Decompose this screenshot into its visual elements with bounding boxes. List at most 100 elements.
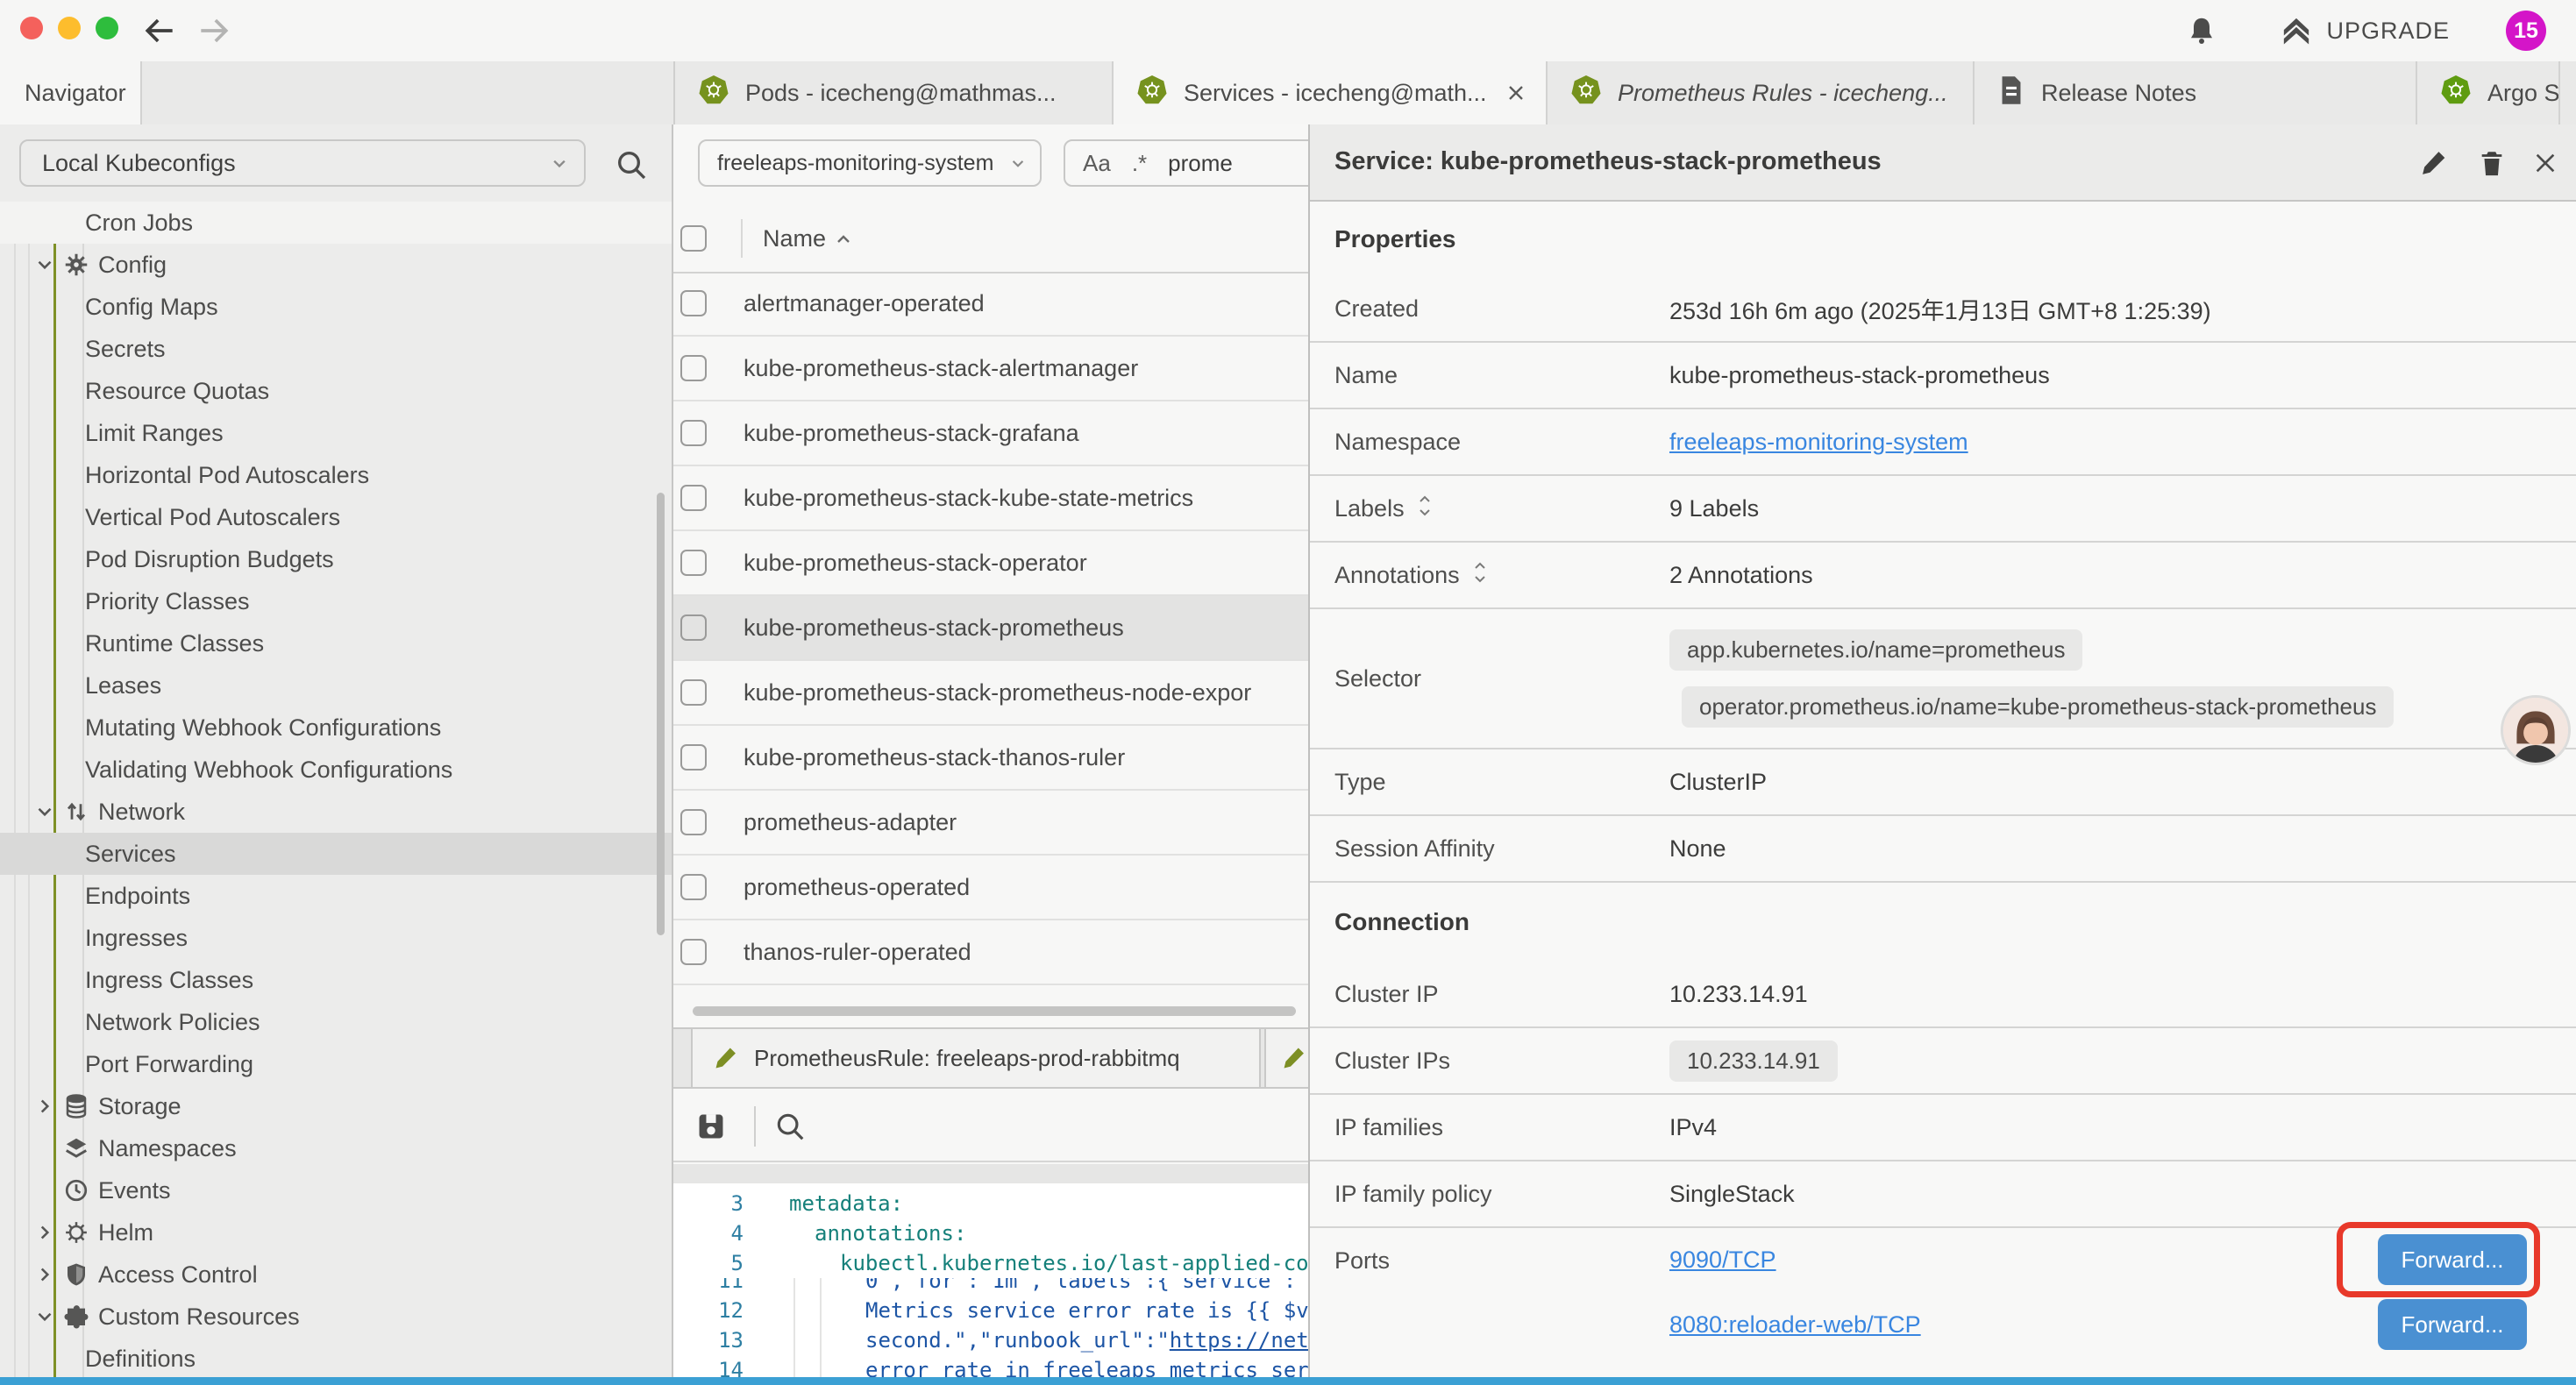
sidebar-item-limit-ranges[interactable]: Limit Ranges	[0, 412, 672, 454]
table-row[interactable]: prometheus-adapter	[673, 791, 1308, 856]
sidebar-item-services[interactable]: Services	[0, 833, 672, 875]
upgrade-icon[interactable]	[2279, 13, 2314, 48]
window-tab-label: Release Notes	[2041, 80, 2196, 107]
editor-tab-partial[interactable]	[1264, 1029, 1308, 1087]
table-row[interactable]: alertmanager-operated	[673, 272, 1308, 337]
save-icon[interactable]	[694, 1110, 728, 1143]
sort-toggle-icon[interactable]	[1470, 560, 1490, 591]
close-window-button[interactable]	[20, 17, 43, 39]
row-checkbox[interactable]	[680, 939, 707, 965]
sidebar-item-ingress-classes[interactable]: Ingress Classes	[0, 959, 672, 1001]
chevron-right-icon[interactable]	[33, 1095, 56, 1118]
table-row[interactable]: kube-prometheus-stack-kube-state-metrics	[673, 466, 1308, 531]
sidebar-item-endpoints[interactable]: Endpoints	[0, 875, 672, 917]
table-row[interactable]: kube-prometheus-stack-alertmanager	[673, 337, 1308, 401]
close-icon[interactable]	[1504, 81, 1528, 105]
sidebar-item-leases[interactable]: Leases	[0, 664, 672, 707]
chevron-down-icon[interactable]	[33, 800, 56, 823]
table-row[interactable]: prometheus-operated	[673, 856, 1308, 920]
sidebar-item-vertical-pod-autoscalers[interactable]: Vertical Pod Autoscalers	[0, 496, 672, 538]
clock-icon	[63, 1177, 89, 1204]
table-row[interactable]: kube-prometheus-stack-prometheus-node-ex…	[673, 661, 1308, 726]
sidebar-item-definitions[interactable]: Definitions	[0, 1338, 672, 1378]
sidebar-item-access-control[interactable]: Access Control	[0, 1254, 672, 1296]
sort-toggle-icon[interactable]	[1415, 494, 1434, 524]
sidebar-item-secrets[interactable]: Secrets	[0, 328, 672, 370]
forward-icon[interactable]	[195, 11, 233, 50]
row-checkbox[interactable]	[680, 420, 707, 446]
sidebar-item-namespaces[interactable]: Namespaces	[0, 1127, 672, 1169]
row-checkbox[interactable]	[680, 614, 707, 641]
user-avatar[interactable]	[2501, 695, 2571, 765]
window-tab-prometheus-rules-icecheng[interactable]: Prometheus Rules - icecheng...	[1548, 61, 1975, 124]
window-tab-release-notes[interactable]: Release Notes	[1975, 61, 2417, 124]
window-tab-services-icecheng-math[interactable]: Services - icecheng@math...	[1114, 61, 1548, 124]
regex-toggle[interactable]: .*	[1132, 150, 1147, 177]
sidebar-item-runtime-classes[interactable]: Runtime Classes	[0, 622, 672, 664]
sidebar-item-pod-disruption-budgets[interactable]: Pod Disruption Budgets	[0, 538, 672, 580]
chevron-right-icon[interactable]	[33, 1263, 56, 1286]
sidebar-item-custom-resources[interactable]: Custom Resources	[0, 1296, 672, 1338]
editor-tab-prometheusrule[interactable]: PrometheusRule: freeleaps-prod-rabbitmq	[691, 1029, 1261, 1087]
row-checkbox[interactable]	[680, 485, 707, 511]
back-icon[interactable]	[140, 11, 179, 50]
sidebar-item-validating-webhook-configurations[interactable]: Validating Webhook Configurations	[0, 749, 672, 791]
sidebar-item-resource-quotas[interactable]: Resource Quotas	[0, 370, 672, 412]
sidebar-item-priority-classes[interactable]: Priority Classes	[0, 580, 672, 622]
trash-icon[interactable]	[2474, 146, 2509, 181]
row-checkbox[interactable]	[680, 355, 707, 381]
port-link[interactable]: 9090/TCP	[1669, 1246, 1776, 1274]
sidebar-item-mutating-webhook-configurations[interactable]: Mutating Webhook Configurations	[0, 707, 672, 749]
row-checkbox[interactable]	[680, 809, 707, 835]
upgrade-button[interactable]: UPGRADE	[2326, 18, 2450, 45]
sidebar-item-cron-jobs[interactable]: Cron Jobs	[0, 202, 672, 244]
navigator-panel-tab[interactable]: Navigator	[0, 61, 142, 124]
match-case-toggle[interactable]: Aa	[1083, 150, 1111, 177]
bell-icon[interactable]	[2186, 14, 2217, 47]
chevron-right-icon[interactable]	[33, 1221, 56, 1244]
row-checkbox[interactable]	[680, 290, 707, 316]
yaml-editor[interactable]: 3metadata:4annotations:5kubectl.kubernet…	[673, 1183, 1308, 1378]
horizontal-scrollbar[interactable]	[693, 1006, 1296, 1016]
forward-button[interactable]: Forward...	[2378, 1299, 2527, 1350]
minimize-window-button[interactable]	[58, 17, 81, 39]
table-row[interactable]: kube-prometheus-stack-prometheus	[673, 596, 1308, 661]
sidebar-item-helm[interactable]: Helm	[0, 1211, 672, 1254]
window-tab-argo-se[interactable]: Argo Se	[2417, 61, 2560, 124]
table-row[interactable]: thanos-ruler-operated	[673, 920, 1308, 985]
kubeconfig-select[interactable]: Local Kubeconfigs	[19, 139, 586, 187]
chevron-down-icon[interactable]	[33, 1305, 56, 1328]
runbook-link[interactable]: https://net	[1170, 1328, 1308, 1353]
namespace-link[interactable]: freeleaps-monitoring-system	[1669, 429, 1968, 456]
select-all-checkbox[interactable]	[680, 225, 707, 252]
sidebar-item-network-policies[interactable]: Network Policies	[0, 1001, 672, 1043]
port-link[interactable]: 8080:reloader-web/TCP	[1669, 1311, 1921, 1339]
sidebar-item-config-maps[interactable]: Config Maps	[0, 286, 672, 328]
sidebar-item-ingresses[interactable]: Ingresses	[0, 917, 672, 959]
search-icon[interactable]	[614, 147, 649, 182]
close-icon[interactable]	[2528, 146, 2563, 181]
sidebar-item-port-forwarding[interactable]: Port Forwarding	[0, 1043, 672, 1085]
row-checkbox[interactable]	[680, 744, 707, 771]
table-row[interactable]: kube-prometheus-stack-grafana	[673, 401, 1308, 466]
row-checkbox[interactable]	[680, 874, 707, 900]
search-icon[interactable]	[773, 1110, 807, 1143]
namespace-select[interactable]: freeleaps-monitoring-system	[698, 139, 1042, 187]
chevron-down-icon[interactable]	[33, 253, 56, 276]
row-checkbox[interactable]	[680, 679, 707, 706]
table-row[interactable]: kube-prometheus-stack-thanos-ruler	[673, 726, 1308, 791]
notification-count-badge[interactable]: 15	[2506, 11, 2546, 51]
sidebar-scrollbar[interactable]	[657, 493, 665, 935]
filter-input[interactable]: Aa .* prome	[1064, 139, 1308, 187]
name-column-header[interactable]: Name	[763, 225, 854, 252]
sidebar-item-storage[interactable]: Storage	[0, 1085, 672, 1127]
maximize-window-button[interactable]	[96, 17, 118, 39]
sidebar-item-horizontal-pod-autoscalers[interactable]: Horizontal Pod Autoscalers	[0, 454, 672, 496]
row-checkbox[interactable]	[680, 550, 707, 576]
edit-icon[interactable]	[2416, 146, 2451, 181]
window-tab-pods-icecheng-mathmas[interactable]: Pods - icecheng@mathmas...	[675, 61, 1114, 124]
sidebar-item-events[interactable]: Events	[0, 1169, 672, 1211]
sidebar-item-network[interactable]: Network	[0, 791, 672, 833]
sidebar-item-config[interactable]: Config	[0, 244, 672, 286]
table-row[interactable]: kube-prometheus-stack-operator	[673, 531, 1308, 596]
